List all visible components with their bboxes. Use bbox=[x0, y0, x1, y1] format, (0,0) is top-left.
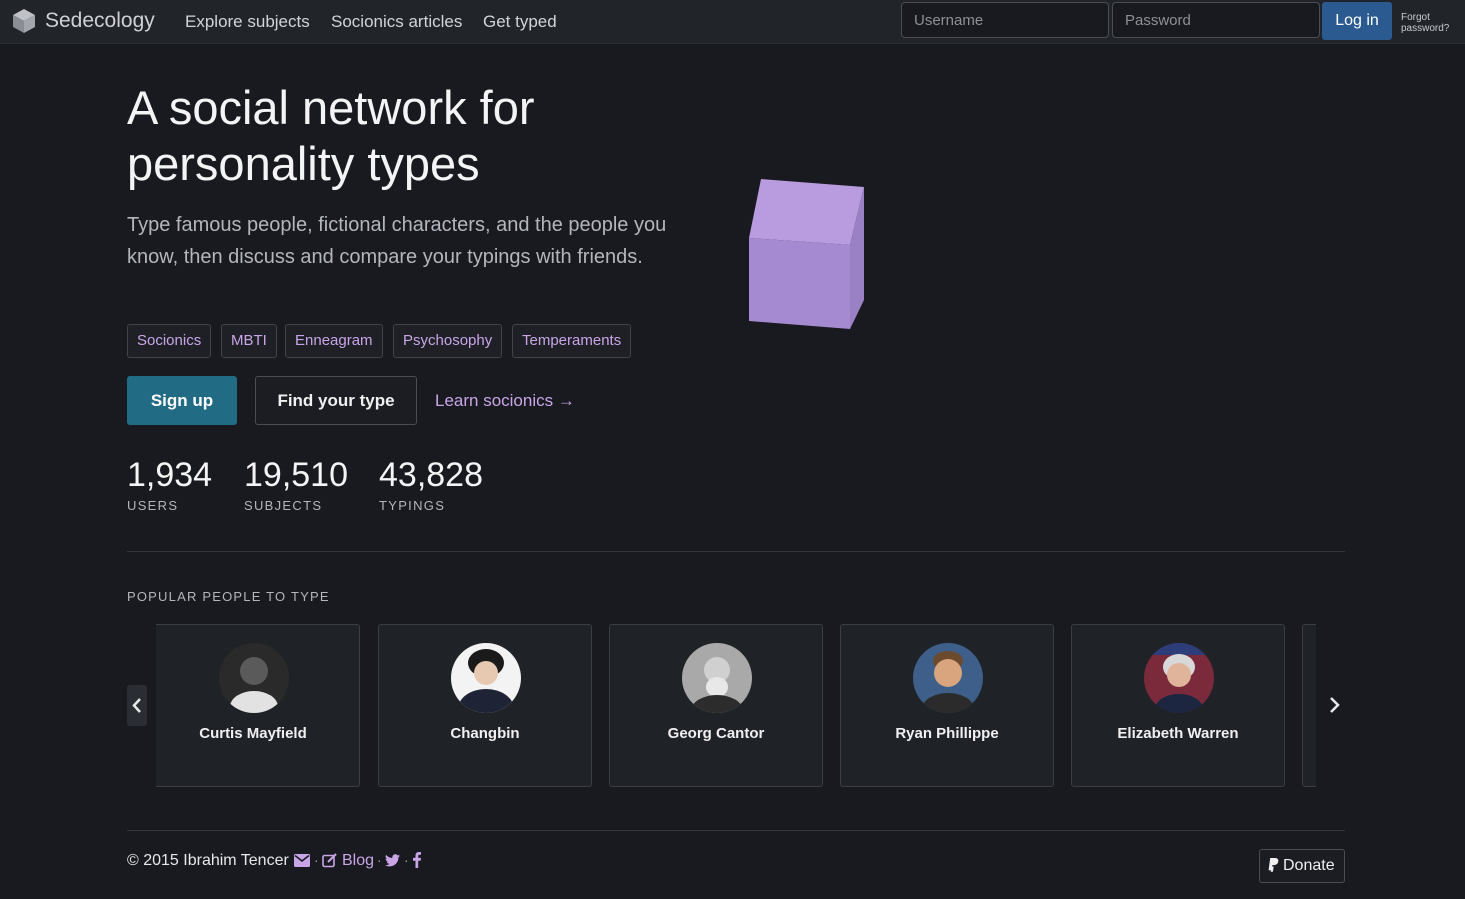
tag-socionics[interactable]: Socionics bbox=[127, 324, 212, 358]
person-name: Georg Cantor bbox=[667, 725, 765, 742]
paypal-icon bbox=[1268, 858, 1279, 872]
stat-subjects-label: SUBJECTS bbox=[244, 498, 323, 513]
person-name: Elizabeth Warren bbox=[1117, 725, 1239, 742]
top-navbar: Sedecology Explore subjects Socionics ar… bbox=[0, 0, 1465, 44]
twitter-icon[interactable] bbox=[385, 854, 400, 867]
forgot-line-2: password? bbox=[1401, 23, 1450, 34]
tag-temperaments[interactable]: Temperaments bbox=[512, 324, 632, 358]
forgot-password-link[interactable]: Forgot password? bbox=[1401, 12, 1461, 34]
person-name: Ryan Phillippe bbox=[895, 725, 999, 742]
cube-front-face bbox=[749, 238, 850, 329]
cube-logo-icon[interactable] bbox=[12, 8, 36, 34]
person-card-elizabeth-warren[interactable]: Elizabeth Warren bbox=[1071, 624, 1285, 787]
stat-subjects-value: 19,510 bbox=[244, 456, 348, 494]
footer-separator: · bbox=[314, 852, 319, 868]
stat-users-label: USERS bbox=[127, 498, 179, 513]
carousel-next-button[interactable] bbox=[1323, 692, 1345, 718]
avatar bbox=[219, 643, 289, 713]
learn-socionics-link[interactable]: Learn socionics → bbox=[435, 391, 575, 411]
stat-users-value: 1,934 bbox=[127, 456, 213, 494]
carousel-prev-button[interactable] bbox=[127, 685, 147, 726]
find-your-type-button[interactable]: Find your type bbox=[255, 376, 417, 425]
person-card-next[interactable] bbox=[1302, 624, 1316, 787]
hero-title-line-2: personality types bbox=[127, 137, 480, 190]
hero-title-line-1: A social network for bbox=[127, 81, 535, 134]
stat-typings-value: 43,828 bbox=[379, 456, 483, 494]
brand-name[interactable]: Sedecology bbox=[45, 9, 155, 33]
avatar bbox=[682, 643, 752, 713]
popular-heading: POPULAR PEOPLE TO TYPE bbox=[127, 589, 330, 604]
person-name: Changbin bbox=[450, 725, 520, 742]
cube-top-face bbox=[749, 179, 864, 245]
section-divider bbox=[127, 551, 1345, 552]
person-name: Curtis Mayfield bbox=[199, 725, 307, 742]
forgot-line-1: Forgot bbox=[1401, 12, 1430, 23]
password-input[interactable] bbox=[1112, 2, 1320, 38]
tag-mbti[interactable]: MBTI bbox=[221, 324, 277, 358]
hero-description: Type famous people, fictional characters… bbox=[127, 214, 667, 268]
people-carousel: Curtis Mayfield Changbin Georg Cantor Ry… bbox=[156, 624, 1316, 787]
chevron-left-icon bbox=[132, 698, 141, 713]
person-card-changbin[interactable]: Changbin bbox=[378, 624, 592, 787]
chevron-right-icon bbox=[1330, 697, 1340, 713]
login-button[interactable]: Log in bbox=[1322, 2, 1392, 40]
footer-separator: · bbox=[377, 852, 382, 868]
footer-divider bbox=[127, 830, 1345, 831]
stat-typings-label: TYPINGS bbox=[379, 498, 446, 513]
avatar bbox=[1144, 643, 1214, 713]
footer-separator: · bbox=[404, 852, 409, 868]
person-card-ryan-phillippe[interactable]: Ryan Phillippe bbox=[840, 624, 1054, 787]
nav-explore-subjects[interactable]: Explore subjects bbox=[185, 12, 310, 32]
edit-icon[interactable] bbox=[322, 853, 338, 868]
hero-cube-illustration bbox=[749, 179, 864, 329]
hero-title: A social network for personality types bbox=[127, 80, 687, 192]
tag-enneagram[interactable]: Enneagram bbox=[285, 324, 383, 358]
username-input[interactable] bbox=[901, 2, 1109, 38]
donate-button[interactable]: Donate bbox=[1259, 849, 1345, 883]
person-card-curtis-mayfield[interactable]: Curtis Mayfield bbox=[156, 624, 360, 787]
donate-label: Donate bbox=[1283, 857, 1335, 874]
facebook-icon[interactable] bbox=[413, 852, 421, 868]
signup-button[interactable]: Sign up bbox=[127, 376, 237, 425]
copyright-text: © 2015 Ibrahim Tencer bbox=[127, 852, 289, 869]
avatar bbox=[451, 643, 521, 713]
nav-get-typed[interactable]: Get typed bbox=[483, 12, 557, 32]
person-card-georg-cantor[interactable]: Georg Cantor bbox=[609, 624, 823, 787]
nav-socionics-articles[interactable]: Socionics articles bbox=[331, 12, 462, 32]
avatar bbox=[913, 643, 983, 713]
tag-psychosophy[interactable]: Psychosophy bbox=[393, 324, 503, 358]
blog-link[interactable]: Blog bbox=[342, 852, 374, 870]
email-icon[interactable] bbox=[294, 854, 310, 867]
